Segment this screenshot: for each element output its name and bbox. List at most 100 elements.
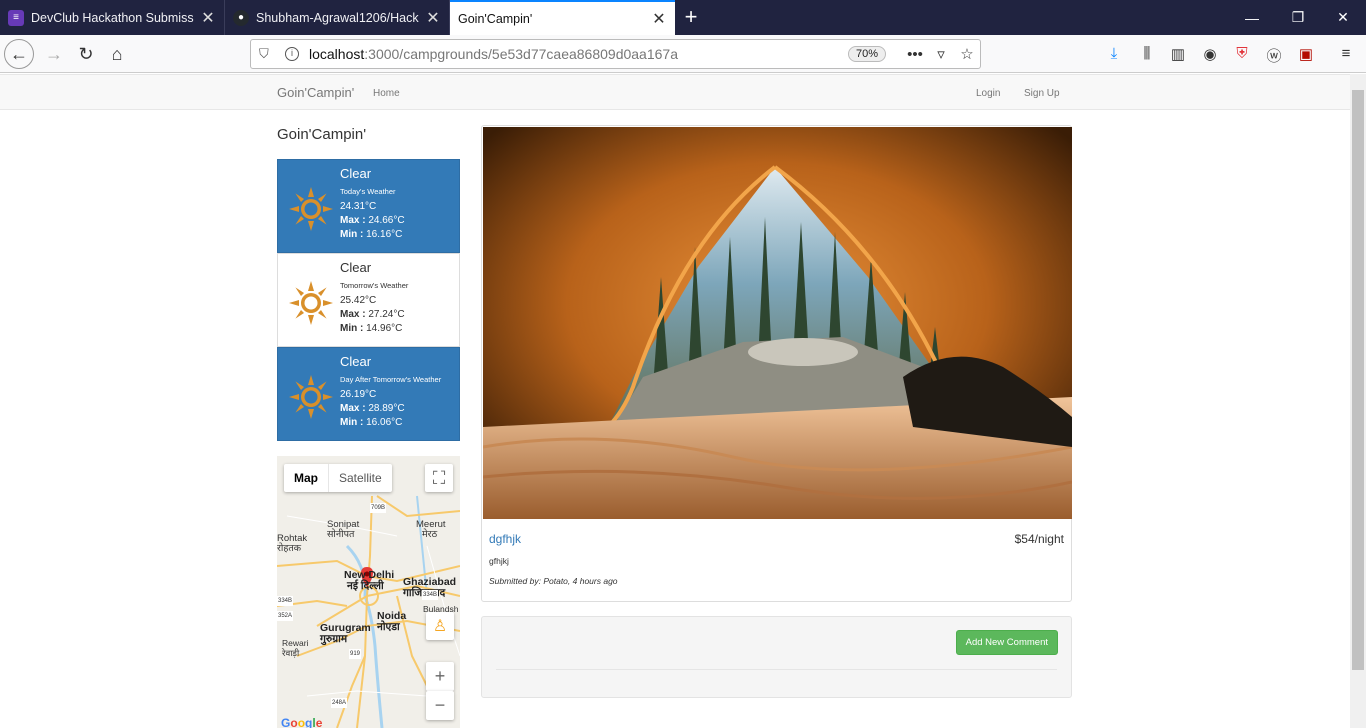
road-shield: 334B bbox=[422, 590, 439, 600]
close-icon[interactable]: ✕ bbox=[425, 8, 441, 28]
bookmark-star-icon[interactable]: ☆ bbox=[954, 45, 980, 63]
site-navbar: Goin'Campin' Home Login Sign Up bbox=[0, 74, 1350, 110]
sidebar-icon[interactable]: ▥ bbox=[1168, 45, 1188, 63]
campground-card: dgfhjk $54/night gfhjkj Submitted by: Po… bbox=[481, 125, 1072, 602]
tab-goincampin[interactable]: Goin'Campin' ✕ bbox=[450, 0, 675, 35]
weather-temp: 26.19°C bbox=[340, 389, 377, 400]
close-icon[interactable]: ✕ bbox=[200, 8, 216, 28]
campground-image bbox=[483, 127, 1072, 519]
new-tab-button[interactable]: + bbox=[680, 6, 702, 28]
fullscreen-icon[interactable]: ⛶ bbox=[425, 464, 453, 492]
form-icon: ≡ bbox=[8, 9, 24, 26]
pocket-icon[interactable]: ▿ bbox=[928, 45, 954, 63]
divider bbox=[496, 669, 1057, 670]
google-logo: Google bbox=[281, 716, 323, 728]
tab-title: Shubham-Agrawal1206/Hackathon bbox=[256, 10, 419, 25]
restore-icon[interactable]: ❐ bbox=[1275, 0, 1321, 35]
minimize-icon[interactable]: — bbox=[1229, 0, 1275, 35]
nav-login-link[interactable]: Login bbox=[976, 88, 1000, 99]
map-label-noida-hi: नोएडा bbox=[377, 621, 400, 633]
download-icon[interactable]: ⤓ bbox=[1104, 45, 1124, 63]
road-shield: 352A bbox=[277, 611, 294, 621]
weather-max-label: Max : bbox=[340, 215, 366, 226]
weather-condition: Clear bbox=[340, 166, 372, 181]
zoom-in-button[interactable]: + bbox=[426, 662, 454, 691]
browser-toolbar: ← → ↻ ⌂ ⛉ i localhost:3000/campgrounds/5… bbox=[0, 35, 1366, 73]
weather-min-label: Min : bbox=[340, 417, 364, 428]
weather-min: 16.06°C bbox=[366, 417, 403, 428]
comments-section: Add New Comment bbox=[481, 616, 1072, 698]
road-shield: 334B bbox=[277, 596, 294, 606]
weather-max: 27.24°C bbox=[368, 309, 405, 320]
home-button[interactable]: ⌂ bbox=[102, 39, 132, 69]
menu-icon[interactable]: ≡ bbox=[1336, 45, 1356, 63]
brave-extension-icon[interactable]: ⛨ bbox=[1232, 45, 1252, 63]
url-bar[interactable]: ⛉ i localhost:3000/campgrounds/5e53d77ca… bbox=[250, 39, 981, 69]
map-label-newdelhi: New Delhi bbox=[344, 569, 395, 581]
weather-min-label: Min : bbox=[340, 229, 364, 240]
tab-title: DevClub Hackathon Submission bbox=[31, 10, 194, 25]
nav-home-link[interactable]: Home bbox=[373, 88, 400, 99]
map-label-rewari-hi: रेवाड़ी bbox=[282, 648, 300, 658]
shield-icon[interactable]: ⛉ bbox=[259, 46, 275, 62]
weather-card-today: Clear Today's Weather 24.31°C Max : 24.6… bbox=[277, 159, 460, 253]
pdf-extension-icon[interactable]: ▣ bbox=[1296, 45, 1316, 63]
map-label-sonipat-hi: सोनीपत bbox=[327, 529, 355, 540]
zoom-out-button[interactable]: − bbox=[426, 691, 454, 720]
sun-icon bbox=[289, 187, 333, 231]
add-comment-button[interactable]: Add New Comment bbox=[955, 630, 1058, 655]
tab-github[interactable]: ● Shubham-Agrawal1206/Hackathon ✕ bbox=[225, 0, 450, 35]
google-map[interactable]: Map Satellite ⛶ ♙ + − Sonipat सोनीपत Roh… bbox=[277, 456, 460, 728]
account-icon[interactable]: ◉ bbox=[1200, 45, 1220, 63]
weather-max-label: Max : bbox=[340, 403, 366, 414]
map-label-newdelhi-hi: नई दिल्ली bbox=[347, 580, 384, 592]
campground-price: $54/night bbox=[1014, 532, 1064, 546]
weather-min: 14.96°C bbox=[366, 323, 403, 334]
reload-button[interactable]: ↻ bbox=[71, 39, 101, 69]
sun-icon bbox=[289, 281, 333, 325]
page-viewport: Goin'Campin' Home Login Sign Up Goin'Cam… bbox=[0, 74, 1350, 728]
tent-photo bbox=[483, 127, 1072, 519]
weather-min: 16.16°C bbox=[366, 229, 403, 240]
nav-signup-link[interactable]: Sign Up bbox=[1024, 88, 1060, 99]
pegman-icon[interactable]: ♙ bbox=[426, 612, 454, 640]
weather-max-label: Max : bbox=[340, 309, 366, 320]
brand-link[interactable]: Goin'Campin' bbox=[277, 85, 354, 100]
weather-label: Today's Weather bbox=[340, 187, 396, 196]
page-scrollbar[interactable] bbox=[1350, 74, 1366, 728]
close-icon[interactable]: ✕ bbox=[651, 9, 667, 29]
window-close-icon[interactable]: ✕ bbox=[1320, 0, 1366, 35]
weather-card-day-after: Clear Day After Tomorrow's Weather 26.19… bbox=[277, 347, 460, 441]
extension-w-icon[interactable]: ⓦ bbox=[1264, 45, 1284, 65]
zoom-badge[interactable]: 70% bbox=[847, 46, 886, 62]
map-label-ghaziabad: Ghaziabad bbox=[403, 576, 457, 588]
map-label-rewari: Rewari bbox=[282, 638, 309, 648]
map-label-gurugram-hi: गुरुग्राम bbox=[320, 633, 348, 645]
map-type-satellite-button[interactable]: Satellite bbox=[328, 464, 392, 492]
browser-tab-bar: ≡ DevClub Hackathon Submission ✕ ● Shubh… bbox=[0, 0, 1366, 35]
weather-max: 24.66°C bbox=[368, 215, 405, 226]
url-text[interactable]: localhost:3000/campgrounds/5e53d77caea86… bbox=[309, 46, 848, 62]
library-icon[interactable]: ⫼ bbox=[1137, 45, 1157, 63]
campground-name-link[interactable]: dgfhjk bbox=[489, 532, 521, 546]
weather-max: 28.89°C bbox=[368, 403, 405, 414]
more-icon[interactable]: ••• bbox=[902, 46, 928, 63]
sidebar-title: Goin'Campin' bbox=[277, 126, 367, 143]
map-type-control: Map Satellite bbox=[284, 464, 392, 492]
tab-devclub[interactable]: ≡ DevClub Hackathon Submission ✕ bbox=[0, 0, 225, 35]
road-shield: 248A bbox=[331, 698, 348, 708]
info-icon[interactable]: i bbox=[285, 47, 299, 61]
weather-card-tomorrow: Clear Tomorrow's Weather 25.42°C Max : 2… bbox=[277, 253, 460, 347]
map-label-noida: Noida bbox=[377, 610, 407, 622]
back-button[interactable]: ← bbox=[4, 39, 34, 69]
map-label-gurugram: Gurugram bbox=[320, 622, 371, 634]
map-type-map-button[interactable]: Map bbox=[284, 464, 328, 492]
github-icon: ● bbox=[233, 9, 249, 26]
map-label-bulandsh: Bulandsh bbox=[423, 604, 459, 614]
weather-condition: Clear bbox=[340, 354, 372, 369]
scrollbar-thumb[interactable] bbox=[1352, 90, 1364, 670]
weather-temp: 24.31°C bbox=[340, 201, 377, 212]
map-label-meerut-hi: मेरठ bbox=[422, 529, 438, 540]
forward-button[interactable]: → bbox=[39, 39, 69, 69]
sun-icon bbox=[289, 375, 333, 419]
